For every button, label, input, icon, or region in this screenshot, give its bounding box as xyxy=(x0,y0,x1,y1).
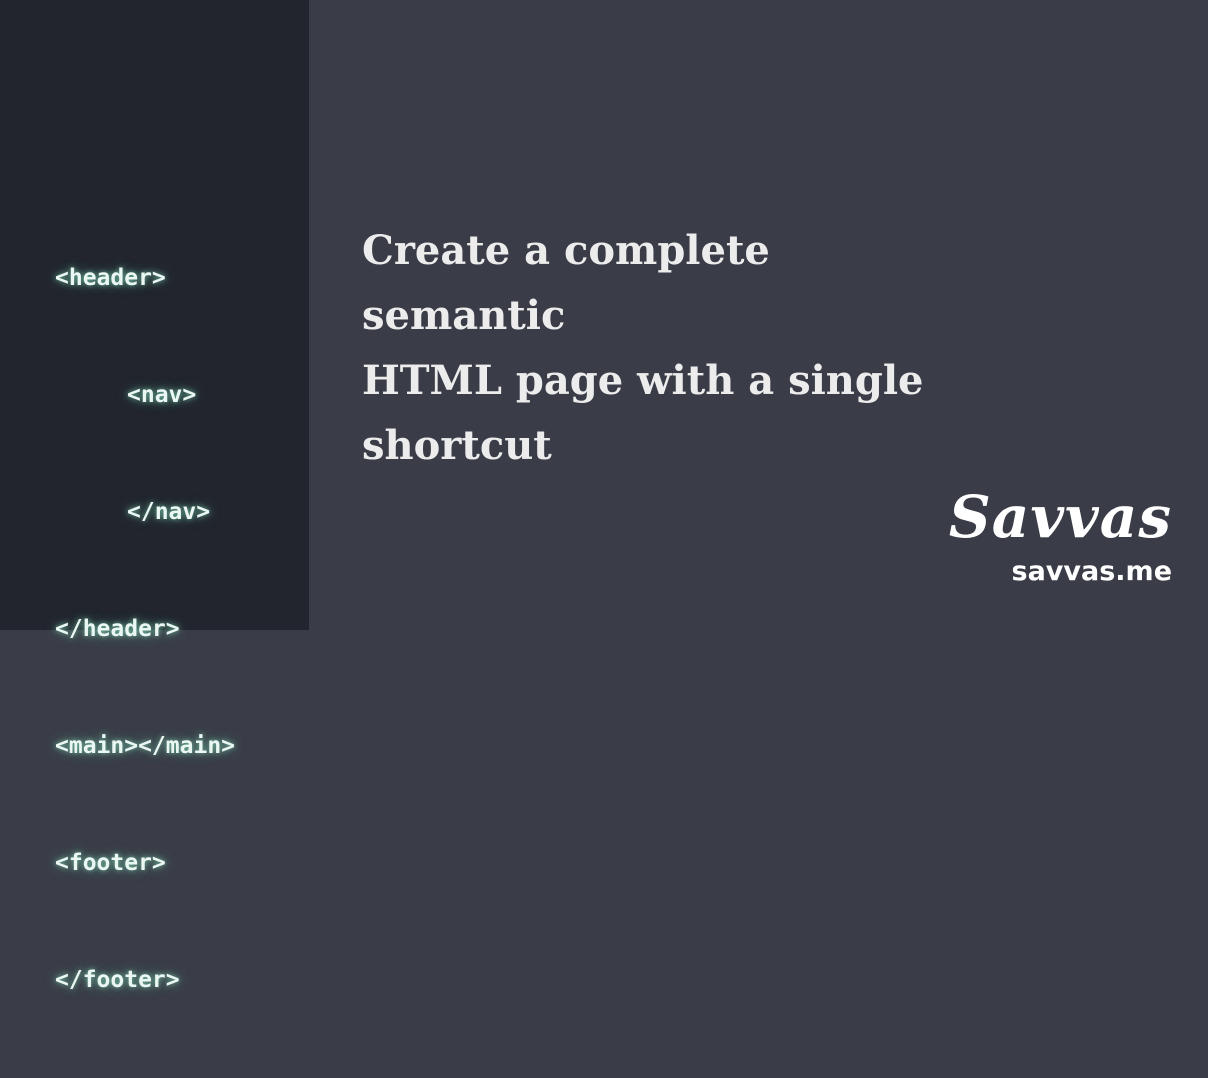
code-line-nav-open: <nav> xyxy=(127,382,197,408)
code-line-footer-close: </footer> xyxy=(55,967,180,993)
code-line-nav-close: </nav> xyxy=(127,499,211,525)
title-line-3: shortcut xyxy=(362,422,552,469)
code-line-header-open: <header> xyxy=(55,265,166,291)
code-panel: <header> <nav> </nav> </header> <main></… xyxy=(0,0,309,993)
page-title: Create a complete semantic HTML page wit… xyxy=(362,218,982,478)
brand: Savvas savvas.me xyxy=(949,482,1172,590)
code-line-main: <main></main> xyxy=(55,733,236,759)
brand-logo: Savvas xyxy=(948,483,1172,551)
brand-url: savvas.me xyxy=(1011,556,1172,587)
title-line-1: Create a complete semantic xyxy=(362,227,770,339)
title-line-2: HTML page with a single xyxy=(362,357,924,404)
code-line-footer-open: <footer> xyxy=(55,850,166,876)
